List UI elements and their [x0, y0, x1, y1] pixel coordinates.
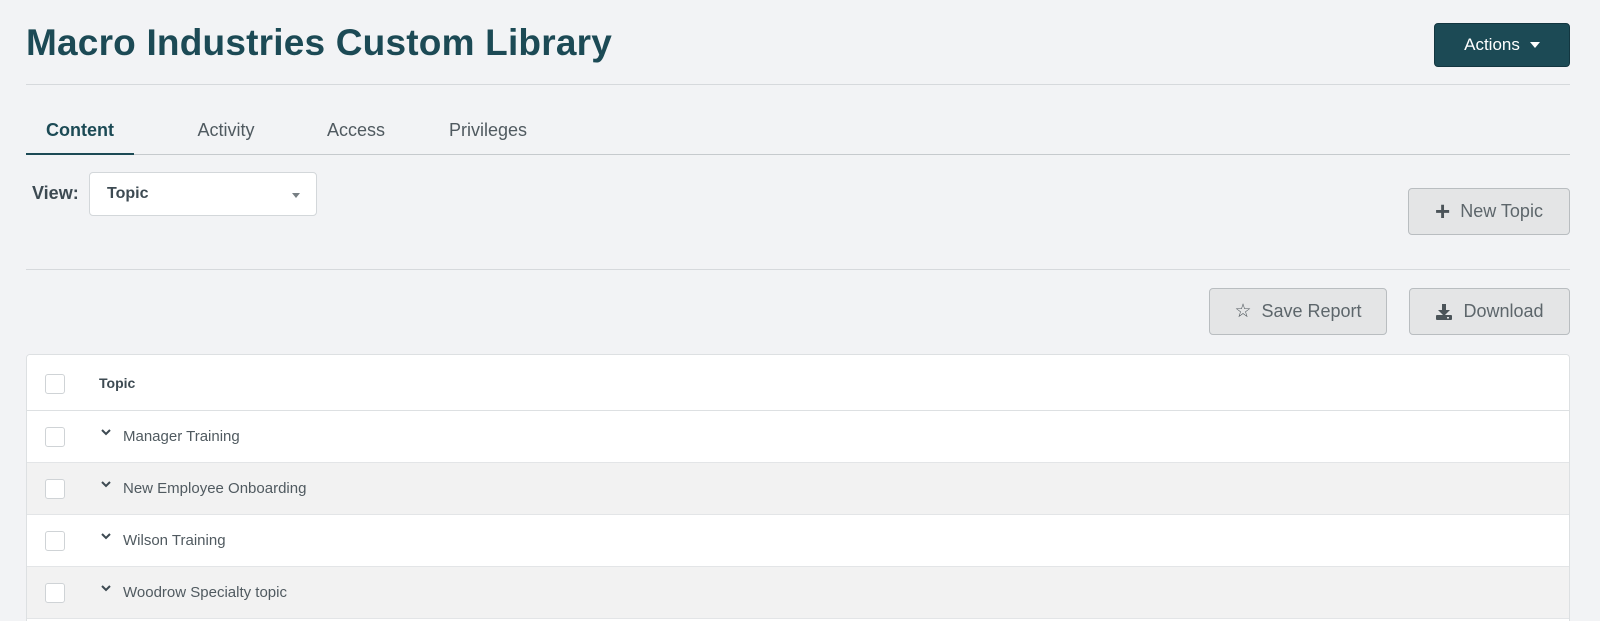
row-label: New Employee Onboarding	[123, 480, 307, 497]
table-row: Manager Training	[27, 411, 1569, 463]
tab-privileges[interactable]: Privileges	[430, 110, 546, 155]
row-label: Manager Training	[123, 428, 240, 445]
save-report-button[interactable]: ☆ Save Report	[1209, 288, 1387, 335]
view-label: View:	[32, 183, 79, 203]
topic-table: Topic Manager Training New Employee Onbo…	[26, 354, 1570, 621]
tab-bar: Content Activity Access Privileges	[26, 110, 1570, 155]
header-divider	[26, 84, 1570, 85]
tab-access[interactable]: Access	[306, 110, 406, 155]
row-checkbox[interactable]	[45, 583, 65, 603]
plus-icon: +	[1435, 195, 1451, 226]
tab-content[interactable]: Content	[26, 110, 134, 155]
chevron-down-icon[interactable]	[100, 529, 112, 543]
section-divider	[26, 269, 1570, 270]
table-row: Woodrow Specialty topic	[27, 567, 1569, 619]
caret-down-icon	[292, 193, 300, 198]
row-label: Wilson Training	[123, 532, 226, 549]
select-all-checkbox[interactable]	[45, 374, 65, 394]
column-header-topic: Topic	[99, 375, 136, 391]
row-checkbox[interactable]	[45, 531, 65, 551]
actions-button[interactable]: Actions	[1434, 23, 1570, 67]
download-button[interactable]: Download	[1409, 288, 1570, 335]
row-checkbox[interactable]	[45, 479, 65, 499]
save-report-label: Save Report	[1261, 301, 1362, 321]
actions-button-label: Actions	[1464, 35, 1520, 54]
chevron-down-icon[interactable]	[100, 581, 112, 595]
table-row: New Employee Onboarding	[27, 463, 1569, 515]
chevron-down-icon[interactable]	[100, 477, 112, 491]
page-title: Macro Industries Custom Library	[26, 22, 612, 63]
view-select-value: Topic	[107, 185, 149, 202]
chevron-down-icon[interactable]	[100, 425, 112, 439]
download-icon	[1436, 303, 1453, 320]
tab-activity[interactable]: Activity	[176, 110, 276, 155]
row-label: Woodrow Specialty topic	[123, 584, 287, 601]
table-header: Topic	[27, 355, 1569, 411]
row-checkbox[interactable]	[45, 427, 65, 447]
view-select[interactable]: Topic	[89, 172, 317, 216]
star-icon: ☆	[1234, 301, 1252, 322]
new-topic-label: New Topic	[1460, 201, 1543, 221]
new-topic-button[interactable]: + New Topic	[1408, 188, 1570, 235]
table-row: Wilson Training	[27, 515, 1569, 567]
download-label: Download	[1463, 301, 1544, 321]
library-page: Macro Industries Custom Library Actions …	[0, 0, 1600, 621]
caret-down-icon	[1529, 42, 1540, 48]
